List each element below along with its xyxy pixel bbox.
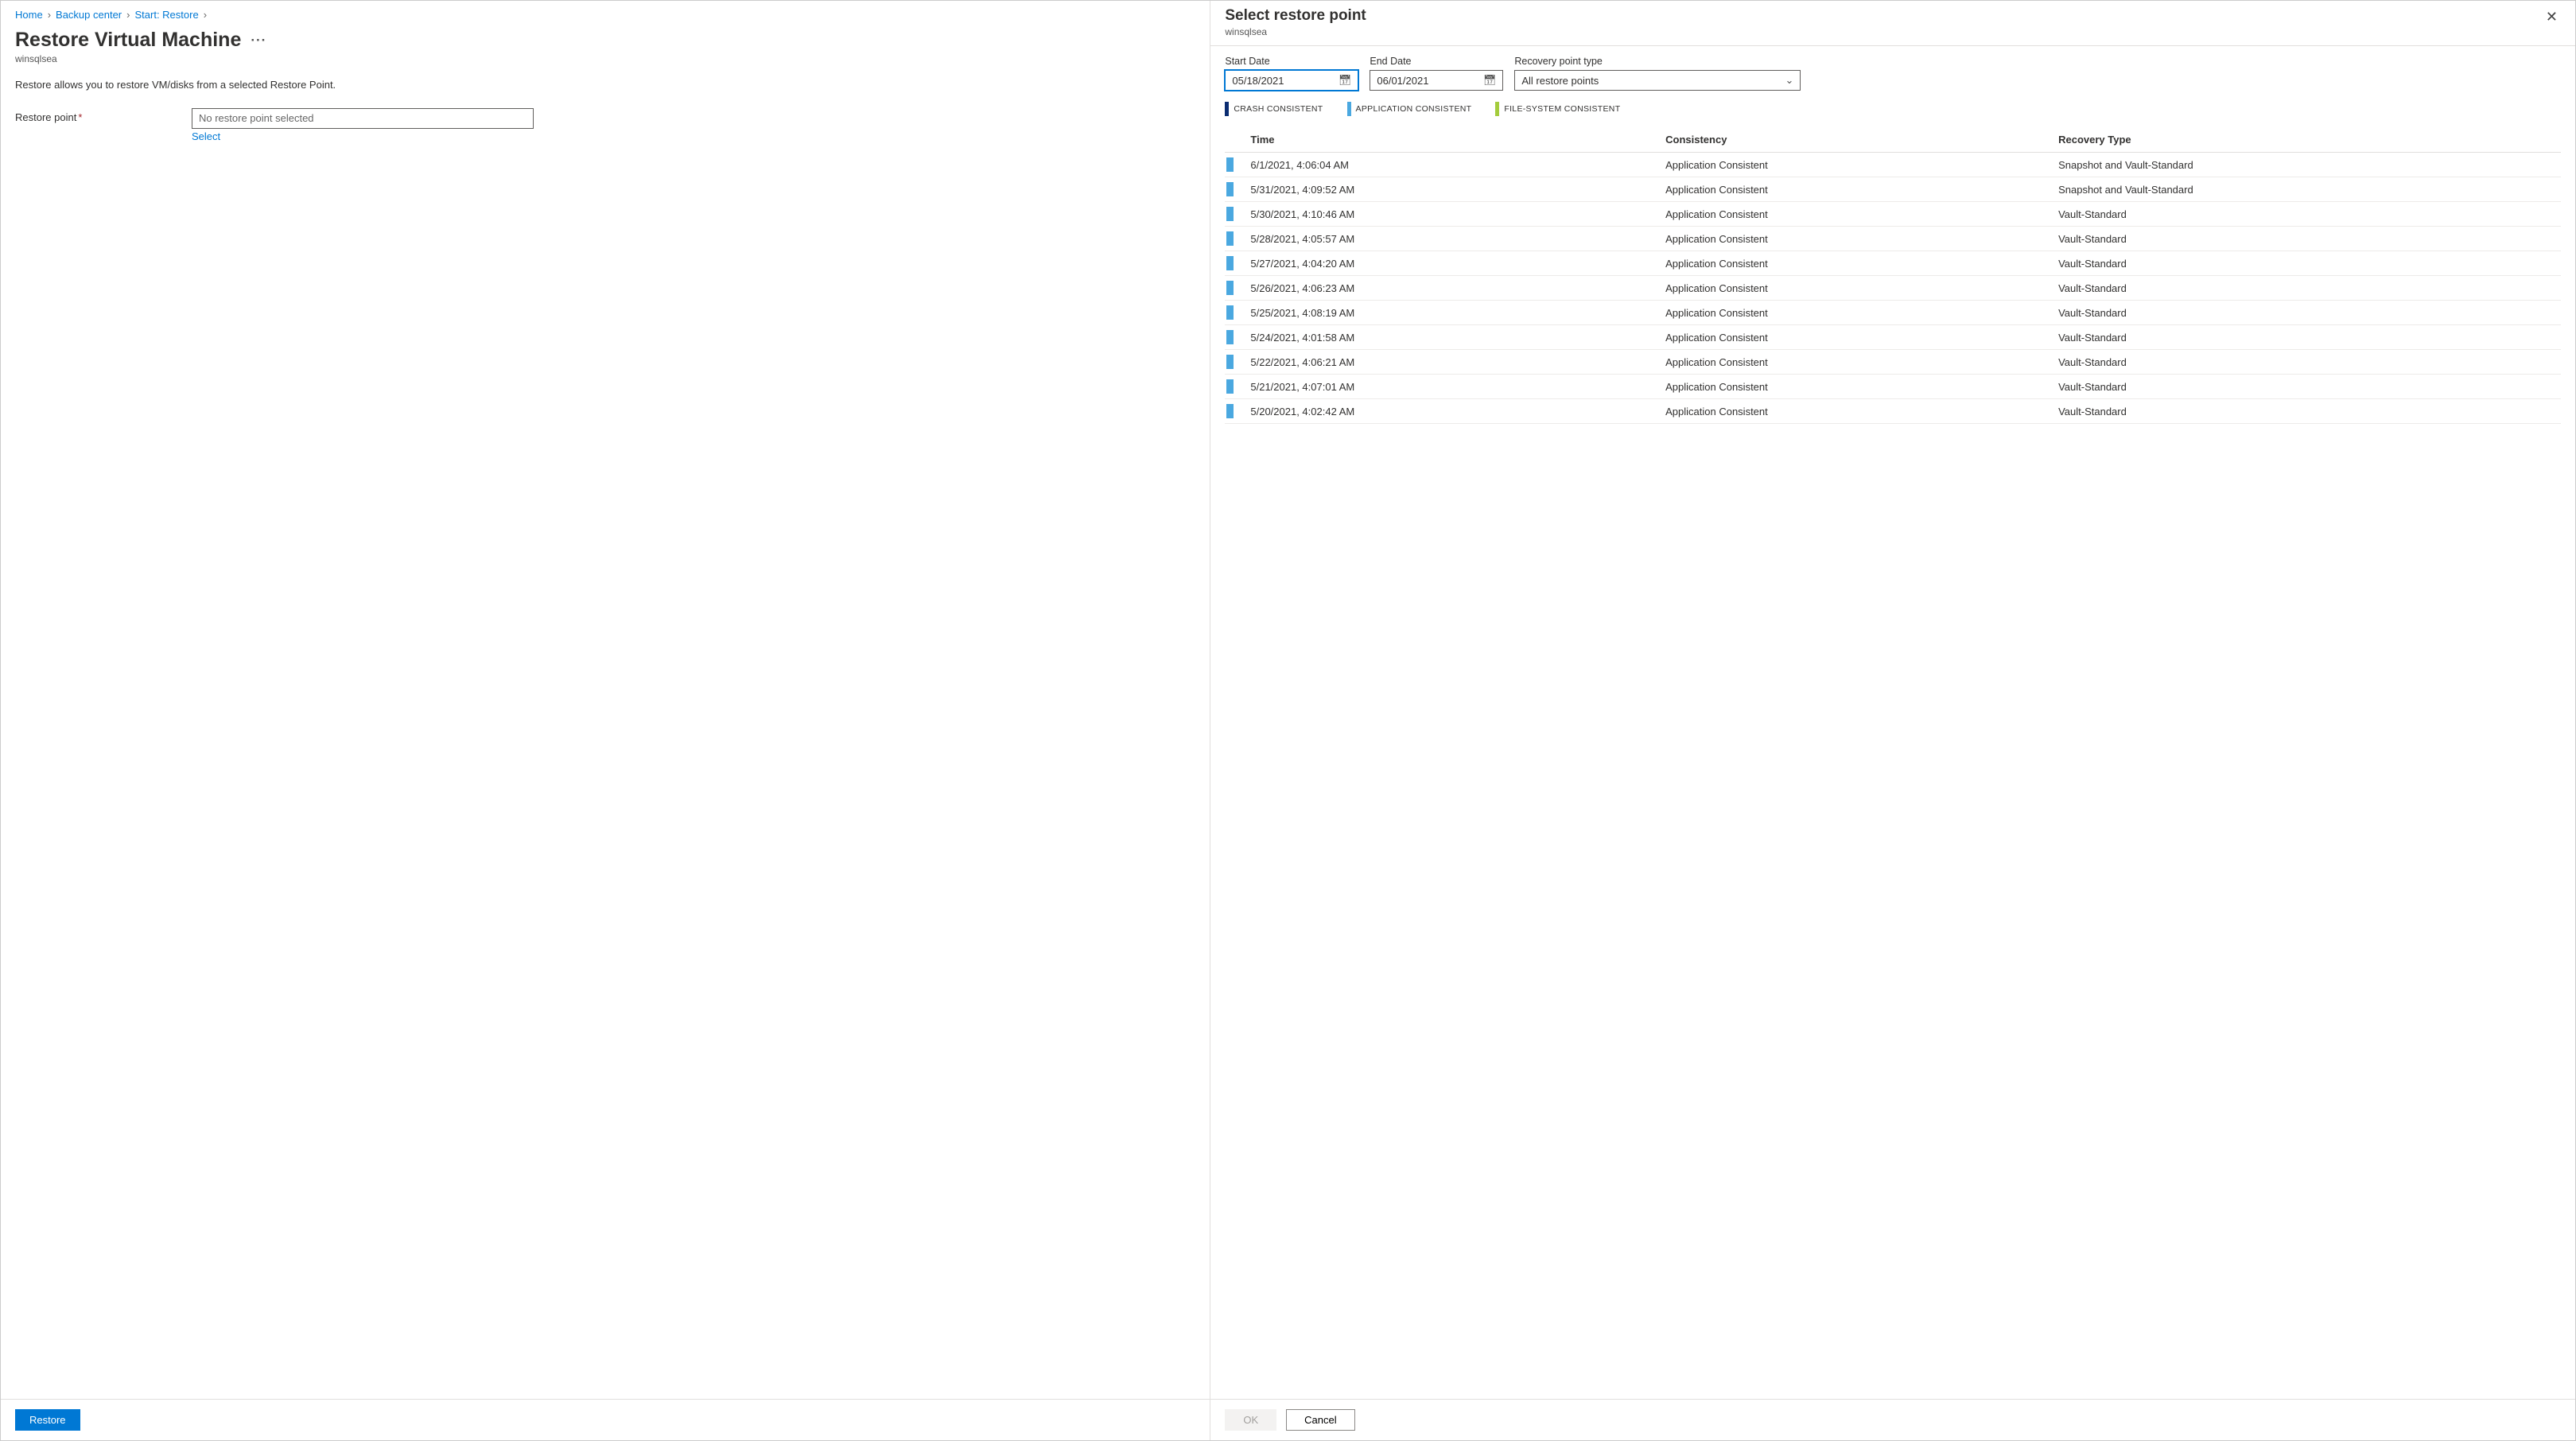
cell-consistency: Application Consistent [1661, 251, 2053, 276]
cell-recovery-type: Vault-Standard [2053, 276, 2561, 301]
more-actions-icon[interactable]: ··· [251, 33, 266, 49]
resource-name: winsqlsea [15, 53, 1195, 64]
app-swatch-icon [1226, 157, 1234, 172]
cell-recovery-type: Vault-Standard [2053, 202, 2561, 227]
page-title: Restore Virtual Machine [15, 29, 241, 52]
app-swatch-icon [1226, 256, 1234, 270]
col-consistency[interactable]: Consistency [1661, 127, 2053, 153]
cell-consistency: Application Consistent [1661, 399, 2053, 424]
col-recovery-type[interactable]: Recovery Type [2053, 127, 2561, 153]
calendar-icon: 📅︎ [1339, 74, 1352, 87]
recovery-type-dropdown[interactable]: All restore points ⌄ [1514, 70, 1801, 91]
app-swatch-icon [1226, 281, 1234, 295]
cell-recovery-type: Vault-Standard [2053, 399, 2561, 424]
panel-resource-name: winsqlsea [1225, 26, 1366, 37]
chevron-right-icon: › [204, 9, 207, 21]
table-row[interactable]: 5/26/2021, 4:06:23 AMApplication Consist… [1225, 276, 2561, 301]
cell-recovery-type: Vault-Standard [2053, 251, 2561, 276]
app-swatch-icon [1226, 404, 1234, 418]
cell-recovery-type: Snapshot and Vault-Standard [2053, 153, 2561, 177]
app-swatch-icon [1226, 207, 1234, 221]
panel-title: Select restore point [1225, 7, 1366, 25]
breadcrumb: Home › Backup center › Start: Restore › [15, 9, 1195, 21]
table-row[interactable]: 5/30/2021, 4:10:46 AMApplication Consist… [1225, 202, 2561, 227]
cell-time: 5/26/2021, 4:06:23 AM [1239, 276, 1661, 301]
cell-recovery-type: Vault-Standard [2053, 301, 2561, 325]
app-swatch-icon [1226, 182, 1234, 196]
chevron-down-icon: ⌄ [1785, 74, 1793, 87]
select-restore-point-link[interactable]: Select [192, 130, 220, 142]
end-date-input[interactable]: 06/01/2021 📅︎ [1370, 70, 1503, 91]
end-date-label: End Date [1370, 56, 1503, 67]
consistency-legend: CRASH CONSISTENT APPLICATION CONSISTENT … [1225, 102, 2561, 116]
breadcrumb-start-restore[interactable]: Start: Restore [134, 9, 198, 21]
main-pane: Home › Backup center › Start: Restore › … [1, 1, 1210, 1440]
crash-swatch-icon [1225, 102, 1229, 116]
cell-time: 5/22/2021, 4:06:21 AM [1239, 350, 1661, 375]
restore-points-table: Time Consistency Recovery Type 6/1/2021,… [1225, 127, 2561, 424]
cell-consistency: Application Consistent [1661, 375, 2053, 399]
table-row[interactable]: 6/1/2021, 4:06:04 AMApplication Consiste… [1225, 153, 2561, 177]
table-row[interactable]: 5/28/2021, 4:05:57 AMApplication Consist… [1225, 227, 2561, 251]
cell-time: 5/24/2021, 4:01:58 AM [1239, 325, 1661, 350]
cell-consistency: Application Consistent [1661, 301, 2053, 325]
app-swatch-icon [1347, 102, 1351, 116]
close-icon[interactable]: ✕ [2543, 7, 2561, 27]
app-swatch-icon [1226, 305, 1234, 320]
table-row[interactable]: 5/27/2021, 4:04:20 AMApplication Consist… [1225, 251, 2561, 276]
legend-filesystem-consistent: FILE-SYSTEM CONSISTENT [1495, 102, 1620, 116]
cell-time: 5/27/2021, 4:04:20 AM [1239, 251, 1661, 276]
cell-time: 5/21/2021, 4:07:01 AM [1239, 375, 1661, 399]
chevron-right-icon: › [48, 9, 51, 21]
app-swatch-icon [1226, 330, 1234, 344]
breadcrumb-backup-center[interactable]: Backup center [56, 9, 122, 21]
page-description: Restore allows you to restore VM/disks f… [15, 79, 1195, 91]
cell-consistency: Application Consistent [1661, 276, 2053, 301]
select-restore-point-panel: Select restore point winsqlsea ✕ Start D… [1210, 1, 2575, 1440]
cell-recovery-type: Vault-Standard [2053, 350, 2561, 375]
cell-consistency: Application Consistent [1661, 177, 2053, 202]
cell-time: 5/28/2021, 4:05:57 AM [1239, 227, 1661, 251]
app-swatch-icon [1226, 231, 1234, 246]
cell-consistency: Application Consistent [1661, 202, 2053, 227]
cell-recovery-type: Vault-Standard [2053, 375, 2561, 399]
cell-consistency: Application Consistent [1661, 227, 2053, 251]
cancel-button[interactable]: Cancel [1286, 1409, 1354, 1431]
cell-time: 5/30/2021, 4:10:46 AM [1239, 202, 1661, 227]
table-row[interactable]: 5/21/2021, 4:07:01 AMApplication Consist… [1225, 375, 2561, 399]
breadcrumb-home[interactable]: Home [15, 9, 43, 21]
app-swatch-icon [1226, 379, 1234, 394]
cell-consistency: Application Consistent [1661, 350, 2053, 375]
restore-button[interactable]: Restore [15, 1409, 80, 1431]
legend-application-consistent: APPLICATION CONSISTENT [1347, 102, 1472, 116]
restore-point-label: Restore point* [15, 108, 182, 123]
cell-time: 5/25/2021, 4:08:19 AM [1239, 301, 1661, 325]
recovery-type-label: Recovery point type [1514, 56, 1801, 67]
cell-time: 6/1/2021, 4:06:04 AM [1239, 153, 1661, 177]
table-row[interactable]: 5/22/2021, 4:06:21 AMApplication Consist… [1225, 350, 2561, 375]
cell-recovery-type: Vault-Standard [2053, 325, 2561, 350]
col-time[interactable]: Time [1239, 127, 1661, 153]
start-date-input[interactable]: 05/18/2021 📅︎ [1225, 70, 1358, 91]
calendar-icon: 📅︎ [1483, 74, 1497, 87]
cell-consistency: Application Consistent [1661, 325, 2053, 350]
table-row[interactable]: 5/31/2021, 4:09:52 AMApplication Consist… [1225, 177, 2561, 202]
app-swatch-icon [1226, 355, 1234, 369]
cell-time: 5/31/2021, 4:09:52 AM [1239, 177, 1661, 202]
table-row[interactable]: 5/25/2021, 4:08:19 AMApplication Consist… [1225, 301, 2561, 325]
cell-recovery-type: Vault-Standard [2053, 227, 2561, 251]
table-row[interactable]: 5/20/2021, 4:02:42 AMApplication Consist… [1225, 399, 2561, 424]
table-row[interactable]: 5/24/2021, 4:01:58 AMApplication Consist… [1225, 325, 2561, 350]
ok-button[interactable]: OK [1225, 1409, 1276, 1431]
cell-consistency: Application Consistent [1661, 153, 2053, 177]
legend-crash-consistent: CRASH CONSISTENT [1225, 102, 1323, 116]
start-date-label: Start Date [1225, 56, 1358, 67]
cell-recovery-type: Snapshot and Vault-Standard [2053, 177, 2561, 202]
chevron-right-icon: › [126, 9, 130, 21]
restore-point-input[interactable]: No restore point selected [192, 108, 534, 129]
cell-time: 5/20/2021, 4:02:42 AM [1239, 399, 1661, 424]
fs-swatch-icon [1495, 102, 1499, 116]
